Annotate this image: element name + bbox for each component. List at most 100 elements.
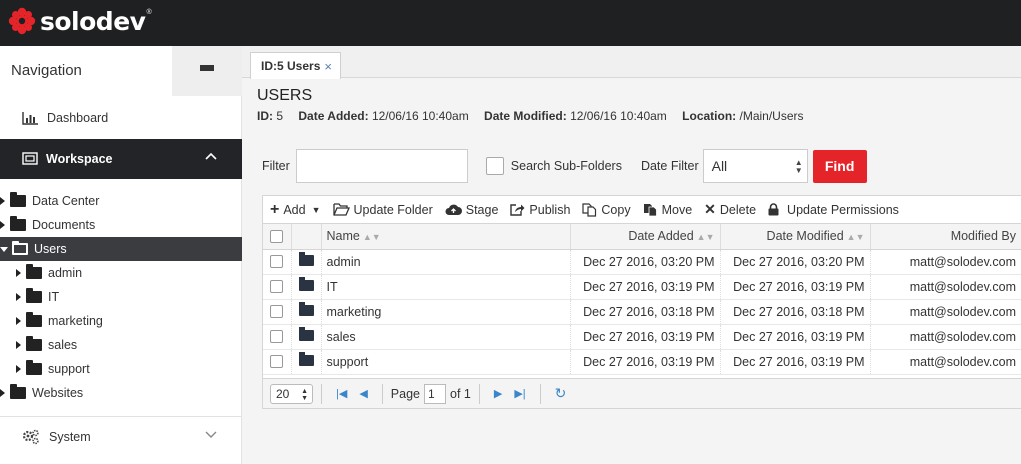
- close-icon[interactable]: ×: [324, 59, 332, 74]
- column-date-added-label: Date Added: [628, 229, 694, 244]
- table-row[interactable]: marketing Dec 27 2016, 03:18 PM Dec 27 201…: [263, 299, 1021, 325]
- row-select-cell: [263, 249, 292, 275]
- stage-button[interactable]: Stage: [445, 203, 498, 217]
- move-button[interactable]: Move: [643, 203, 692, 217]
- table-row[interactable]: IT Dec 27 2016, 03:19 PM Dec 27 2016, 03:1…: [263, 274, 1021, 300]
- caret-down-icon[interactable]: [0, 246, 8, 252]
- caret-right-icon[interactable]: [16, 293, 21, 301]
- cell-name[interactable]: support: [321, 349, 571, 375]
- caret-right-icon[interactable]: [0, 197, 5, 205]
- row-checkbox[interactable]: [270, 280, 284, 293]
- cell-date-modified: Dec 27 2016, 03:20 PM: [720, 249, 871, 275]
- tree-item[interactable]: Websites: [0, 381, 242, 405]
- row-checkbox[interactable]: [270, 255, 284, 268]
- tree-item[interactable]: admin: [0, 261, 242, 285]
- cell-name[interactable]: marketing: [321, 299, 571, 325]
- table-header-row: Name ▲▼ Date Added ▲▼ Date Modified ▲▼ Modi…: [263, 224, 1021, 250]
- row-select-cell: [263, 299, 292, 325]
- tree-item[interactable]: support: [0, 357, 242, 381]
- folder-icon: [10, 192, 26, 207]
- tree-item[interactable]: sales: [0, 333, 242, 357]
- pager: 20 ▲ ▼ |◀ ◀ Page 1 of 1 ▶ ▶| ↻: [263, 378, 1021, 408]
- cloud-upload-icon: [445, 204, 462, 215]
- select-all-checkbox[interactable]: [270, 229, 284, 243]
- column-date-added[interactable]: Date Added ▲▼: [570, 224, 721, 250]
- tree-item-label: marketing: [48, 314, 103, 328]
- tree-item[interactable]: Users: [0, 237, 242, 261]
- find-button[interactable]: Find: [812, 149, 867, 183]
- tree-item[interactable]: IT: [0, 285, 242, 309]
- nav-header: Navigation: [0, 46, 242, 96]
- update-folder-button[interactable]: Update Folder: [332, 203, 433, 217]
- table-row[interactable]: support Dec 27 2016, 03:19 PM Dec 27 2016,…: [263, 349, 1021, 375]
- column-date-modified[interactable]: Date Modified ▲▼: [720, 224, 871, 250]
- tree-item[interactable]: Documents: [0, 213, 242, 237]
- first-page-icon[interactable]: |◀: [336, 387, 347, 400]
- tree-item[interactable]: Data Center: [0, 189, 242, 213]
- tree-item-label: sales: [48, 338, 78, 352]
- tree-item[interactable]: marketing: [0, 309, 242, 333]
- tree-item-label: Data Center: [32, 194, 100, 208]
- lock-icon: [768, 203, 779, 216]
- update-permissions-label: Update Permissions: [787, 202, 899, 217]
- row-checkbox[interactable]: [270, 330, 284, 343]
- row-select-cell: [263, 274, 292, 300]
- prev-page-icon[interactable]: ◀: [359, 387, 367, 400]
- caret-right-icon[interactable]: [16, 317, 21, 325]
- table-row[interactable]: admin Dec 27 2016, 03:20 PM Dec 27 2016, 0…: [263, 249, 1021, 275]
- folder-open-icon: [12, 241, 28, 255]
- meta-added-value: 12/06/16 10:40am: [371, 109, 469, 123]
- filter-input[interactable]: [295, 149, 468, 183]
- copy-button[interactable]: Copy: [582, 202, 631, 217]
- caret-right-icon[interactable]: [16, 269, 21, 277]
- refresh-icon[interactable]: ↻: [555, 385, 567, 402]
- delete-button[interactable]: ✕ Delete: [704, 201, 756, 218]
- cell-name[interactable]: IT: [321, 274, 571, 300]
- row-icon-cell: [291, 349, 322, 375]
- nav-item-dashboard[interactable]: Dashboard: [0, 96, 242, 140]
- caret-right-icon[interactable]: [16, 341, 21, 349]
- search-subfolders-checkbox[interactable]: [485, 157, 504, 175]
- update-permissions-button[interactable]: Update Permissions: [768, 203, 899, 217]
- file-table: Name ▲▼ Date Added ▲▼ Date Modified ▲▼ Modi…: [263, 224, 1021, 375]
- delete-label: Delete: [719, 202, 757, 217]
- page-number-input[interactable]: 1: [424, 383, 446, 404]
- row-checkbox[interactable]: [270, 305, 284, 318]
- sort-icon: ▲▼: [362, 232, 381, 243]
- row-checkbox[interactable]: [270, 355, 284, 368]
- share-icon: [510, 204, 525, 216]
- date-filter-select[interactable]: All ▲ ▼: [702, 149, 808, 183]
- nav-toggle-button[interactable]: [172, 46, 242, 96]
- tree-item-label: IT: [48, 290, 60, 304]
- last-page-icon[interactable]: ▶|: [514, 387, 525, 400]
- column-modified-by[interactable]: Modified By: [870, 224, 1021, 250]
- nav-item-system[interactable]: System: [0, 416, 242, 456]
- caret-right-icon[interactable]: [0, 221, 5, 229]
- folder-icon: [298, 276, 314, 291]
- add-button[interactable]: + Add ▼: [270, 201, 321, 219]
- column-modified-by-label: Modified By: [950, 229, 1016, 244]
- cell-name[interactable]: sales: [321, 324, 571, 350]
- cell-name[interactable]: admin: [321, 249, 571, 275]
- column-name[interactable]: Name ▲▼: [321, 224, 571, 250]
- page-size-select[interactable]: 20 ▲ ▼: [270, 383, 313, 404]
- solodev-logo[interactable]: solodev ®: [8, 6, 152, 36]
- caret-right-icon[interactable]: [16, 365, 21, 373]
- next-page-icon[interactable]: ▶: [494, 387, 502, 400]
- gears-icon: [22, 429, 39, 444]
- meta-added-label: Date Added:: [298, 109, 369, 123]
- cell-date-added: Dec 27 2016, 03:19 PM: [570, 274, 721, 300]
- folder-icon: [26, 360, 42, 375]
- tab-users[interactable]: ID:5 Users ×: [250, 52, 341, 79]
- row-icon-cell: [291, 274, 322, 300]
- cell-modified-by: matt@solodev.com: [870, 324, 1021, 350]
- column-name-label: Name: [326, 229, 360, 244]
- table-row[interactable]: sales Dec 27 2016, 03:19 PM Dec 27 2016, 0…: [263, 324, 1021, 350]
- hamburger-icon: [200, 65, 214, 77]
- publish-button[interactable]: Publish: [510, 203, 570, 217]
- caret-right-icon[interactable]: [0, 389, 5, 397]
- nav-title: Navigation: [11, 62, 82, 79]
- nav-item-workspace[interactable]: Workspace: [0, 139, 242, 179]
- copy-label: Copy: [601, 202, 631, 217]
- tree-item-label: support: [48, 362, 90, 376]
